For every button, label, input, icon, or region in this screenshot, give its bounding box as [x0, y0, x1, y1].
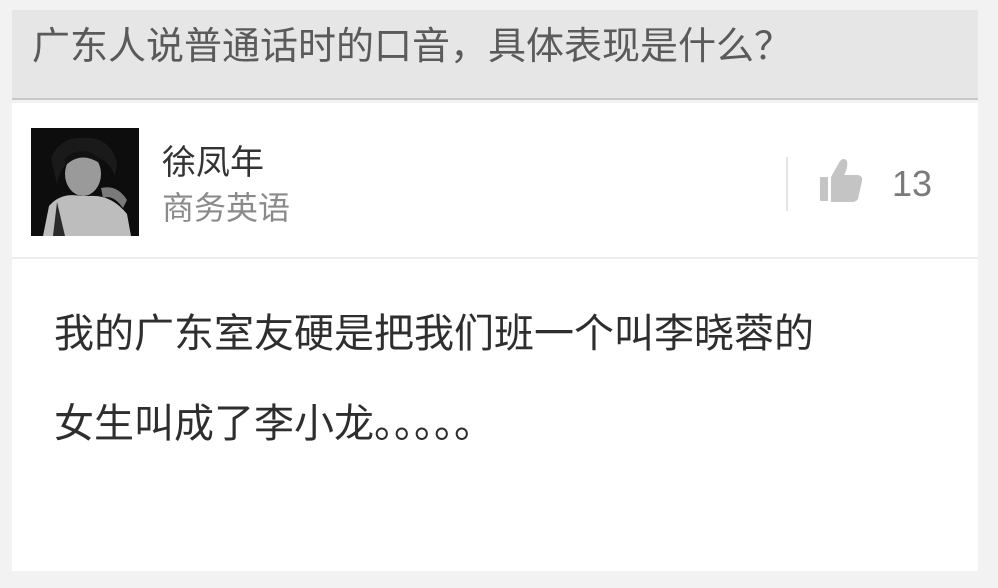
avatar[interactable]	[31, 128, 139, 236]
answer-line: 女生叫成了李小龙。。。。。	[54, 401, 494, 447]
question-title[interactable]: 广东人说普通话时的口音，具体表现是什么？	[32, 24, 792, 68]
author-name[interactable]: 徐凤年	[162, 143, 264, 183]
answer-card: 徐凤年 商务英语 13 我的广东室友硬是把我们班一个叫李晓蓉的 女生叫成了李小龙…	[12, 103, 978, 571]
divider	[786, 157, 788, 211]
screen: 广东人说普通话时的口音，具体表现是什么？ 徐凤年 商务英语 13 我的广东室友硬…	[0, 0, 998, 588]
thumb-up-icon	[820, 159, 863, 202]
vote-count: 13	[892, 163, 933, 204]
author-bio: 商务英语	[162, 189, 291, 227]
upvote-button[interactable]: 13	[812, 149, 962, 219]
author-row: 徐凤年 商务英语 13	[12, 103, 978, 259]
answer-line: 我的广东室友硬是把我们班一个叫李晓蓉的	[54, 311, 814, 357]
avatar-image	[31, 128, 139, 236]
answer-content[interactable]: 我的广东室友硬是把我们班一个叫李晓蓉的 女生叫成了李小龙。。。。。	[54, 308, 934, 488]
question-header[interactable]: 广东人说普通话时的口音，具体表现是什么？	[12, 10, 978, 100]
